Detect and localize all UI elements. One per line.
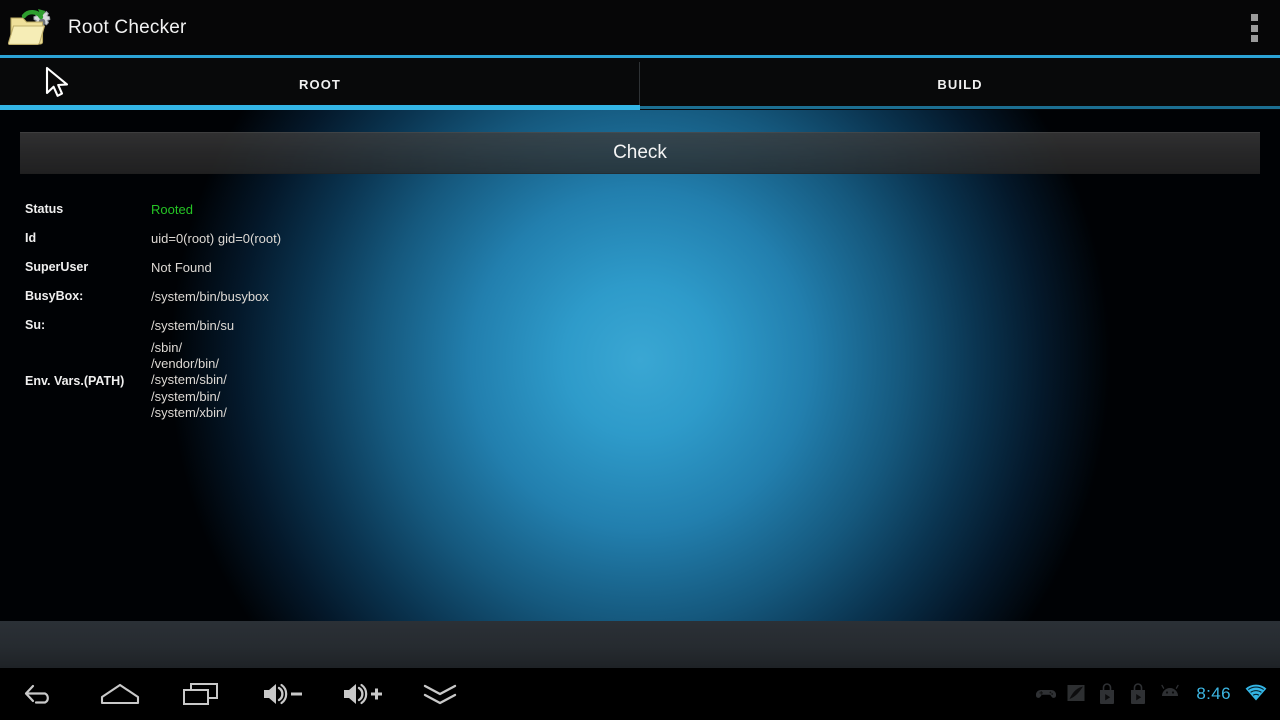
page-title: Root Checker: [68, 17, 187, 38]
back-arrow-icon[interactable]: [0, 668, 80, 720]
row-value-busybox: /system/bin/busybox: [151, 289, 269, 304]
android-head-icon: [1159, 683, 1181, 705]
tab-build-label: BUILD: [937, 76, 983, 92]
row-value-su: /system/bin/su: [151, 318, 235, 333]
recents-icon[interactable]: [161, 668, 241, 720]
play-store-icon: [1128, 683, 1150, 705]
table-row: Env. Vars.(PATH) /sbin/ /vendor/bin/ /sy…: [25, 340, 725, 421]
status-tray: 8:46: [1035, 668, 1267, 720]
table-row: SuperUser Not Found: [25, 253, 725, 282]
row-label-su: Su:: [25, 318, 46, 332]
row-label-env-vars: Env. Vars.(PATH): [25, 373, 125, 388]
tab-root-label: ROOT: [299, 76, 341, 92]
wifi-icon: [1244, 683, 1267, 705]
gamepad-icon: [1035, 683, 1057, 705]
row-label-superuser: SuperUser: [25, 260, 89, 274]
status-clock: 8:46: [1196, 684, 1231, 703]
tab-build[interactable]: BUILD: [640, 58, 1280, 110]
overflow-menu-icon[interactable]: [1250, 14, 1258, 42]
double-chevron-down-icon[interactable]: [400, 668, 480, 720]
tab-inactive-indicator: [640, 106, 1280, 109]
row-label-status: Status: [25, 202, 64, 216]
check-button-label: Check: [613, 142, 667, 163]
table-row: Id uid=0(root) gid=0(root): [25, 224, 725, 253]
table-row: Su: /system/bin/su: [25, 311, 725, 340]
row-value-env-vars: /sbin/ /vendor/bin/ /system/sbin/ /syste…: [151, 340, 227, 420]
image-placeholder-icon: [1066, 683, 1088, 705]
tab-bar: ROOT BUILD: [0, 58, 1280, 110]
tab-root[interactable]: ROOT: [0, 58, 640, 110]
home-icon[interactable]: [80, 668, 160, 720]
app-title-bar: Root Checker: [0, 0, 1280, 56]
system-navigation-bar: 8:46: [0, 668, 1280, 720]
row-value-id: uid=0(root) gid=0(root): [151, 231, 282, 246]
table-row: Status Rooted: [25, 195, 725, 224]
android-screen: Root Checker ROOT BUILD Check Status Roo…: [0, 0, 1280, 720]
row-value-status: Rooted: [151, 202, 193, 217]
volume-up-icon[interactable]: [322, 668, 402, 720]
tab-divider: [639, 62, 640, 106]
bottom-filler-strip: [0, 621, 1280, 668]
row-label-busybox: BusyBox:: [25, 289, 84, 303]
check-button[interactable]: Check: [20, 132, 1260, 174]
table-row: BusyBox: /system/bin/busybox: [25, 282, 725, 311]
row-label-id: Id: [25, 231, 37, 245]
volume-down-icon[interactable]: [242, 668, 322, 720]
row-value-superuser: Not Found: [151, 260, 212, 275]
root-info-table: Status Rooted Id uid=0(root) gid=0(root)…: [25, 195, 725, 421]
play-store-icon: [1097, 683, 1119, 705]
root-tab-content: Check Status Rooted Id uid=0(root) gid=0…: [0, 110, 1280, 621]
folder-gear-icon: [7, 6, 54, 50]
